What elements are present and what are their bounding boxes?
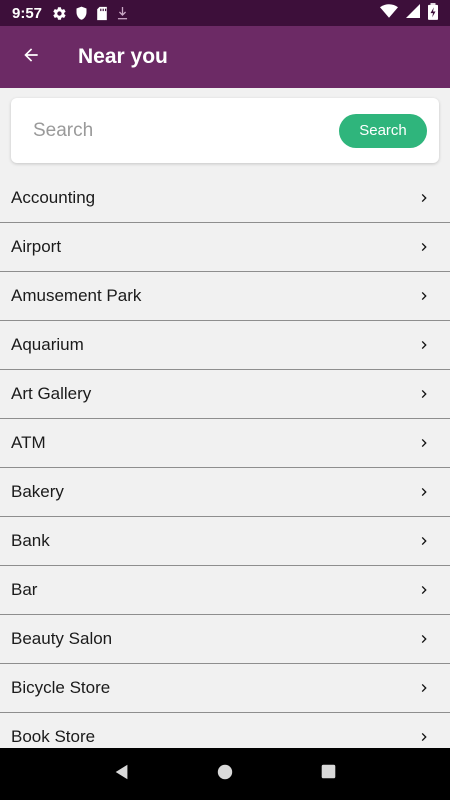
list-item-label: Bicycle Store bbox=[11, 678, 111, 697]
nav-recents-button[interactable] bbox=[308, 754, 348, 794]
chevron-right-icon bbox=[416, 190, 432, 206]
triangle-back-icon bbox=[113, 763, 131, 786]
chevron-right-icon bbox=[416, 582, 432, 598]
list-item-airport[interactable]: Airport bbox=[0, 223, 450, 272]
list-item-label: Amusement Park bbox=[11, 286, 142, 305]
list-item-atm[interactable]: ATM bbox=[0, 419, 450, 468]
list-item-bicycle-store[interactable]: Bicycle Store bbox=[0, 664, 450, 713]
wifi-icon bbox=[380, 4, 398, 22]
chevron-right-icon bbox=[416, 729, 432, 745]
chevron-right-icon bbox=[416, 631, 432, 647]
list-item-label: Airport bbox=[11, 237, 62, 256]
list-item-accounting[interactable]: Accounting bbox=[0, 174, 450, 223]
status-right-icons bbox=[380, 2, 438, 24]
list-item-label: Bakery bbox=[11, 482, 64, 501]
shield-icon bbox=[75, 6, 88, 21]
download-icon bbox=[116, 5, 129, 22]
list-item-label: Bar bbox=[11, 580, 38, 599]
status-time: 9:57 bbox=[12, 4, 43, 22]
circle-home-icon bbox=[216, 763, 234, 786]
square-recents-icon bbox=[320, 763, 337, 785]
chevron-right-icon bbox=[416, 680, 432, 696]
list-item-label: Aquarium bbox=[11, 335, 84, 354]
chevron-right-icon bbox=[416, 435, 432, 451]
list-item-label: Art Gallery bbox=[11, 384, 92, 403]
chevron-right-icon bbox=[416, 386, 432, 402]
arrow-left-icon bbox=[21, 45, 41, 70]
back-button[interactable] bbox=[0, 26, 62, 88]
chevron-right-icon bbox=[416, 484, 432, 500]
list-item-label: Beauty Salon bbox=[11, 629, 113, 648]
list-item-bar[interactable]: Bar bbox=[0, 566, 450, 615]
chevron-right-icon bbox=[416, 337, 432, 353]
gear-icon bbox=[52, 6, 67, 21]
nav-back-button[interactable] bbox=[102, 754, 142, 794]
battery-icon bbox=[428, 2, 438, 24]
status-bar: 9:57 bbox=[0, 0, 450, 26]
list-item-label: Book Store bbox=[11, 727, 96, 746]
list-item-amusement-park[interactable]: Amusement Park bbox=[0, 272, 450, 321]
search-card: Search bbox=[11, 98, 439, 163]
list-item-label: ATM bbox=[11, 433, 46, 452]
chevron-right-icon bbox=[416, 533, 432, 549]
list-item-bank[interactable]: Bank bbox=[0, 517, 450, 566]
list-item-label: Bank bbox=[11, 531, 50, 550]
system-nav-bar bbox=[0, 748, 450, 800]
page-title: Near you bbox=[78, 45, 168, 68]
list-item-book-store[interactable]: Book Store bbox=[0, 713, 450, 748]
sd-card-icon bbox=[96, 6, 108, 21]
signal-icon bbox=[406, 4, 420, 22]
chevron-right-icon bbox=[416, 239, 432, 255]
list-item-bakery[interactable]: Bakery bbox=[0, 468, 450, 517]
category-list: Accounting Airport Amusement Park Aquari… bbox=[0, 174, 450, 748]
chevron-right-icon bbox=[416, 288, 432, 304]
list-item-aquarium[interactable]: Aquarium bbox=[0, 321, 450, 370]
search-input[interactable] bbox=[31, 118, 339, 143]
list-item-label: Accounting bbox=[11, 188, 96, 207]
nav-home-button[interactable] bbox=[205, 754, 245, 794]
list-item-beauty-salon[interactable]: Beauty Salon bbox=[0, 615, 450, 664]
app-bar: Near you bbox=[0, 26, 450, 88]
search-button[interactable]: Search bbox=[339, 113, 427, 148]
list-item-art-gallery[interactable]: Art Gallery bbox=[0, 370, 450, 419]
